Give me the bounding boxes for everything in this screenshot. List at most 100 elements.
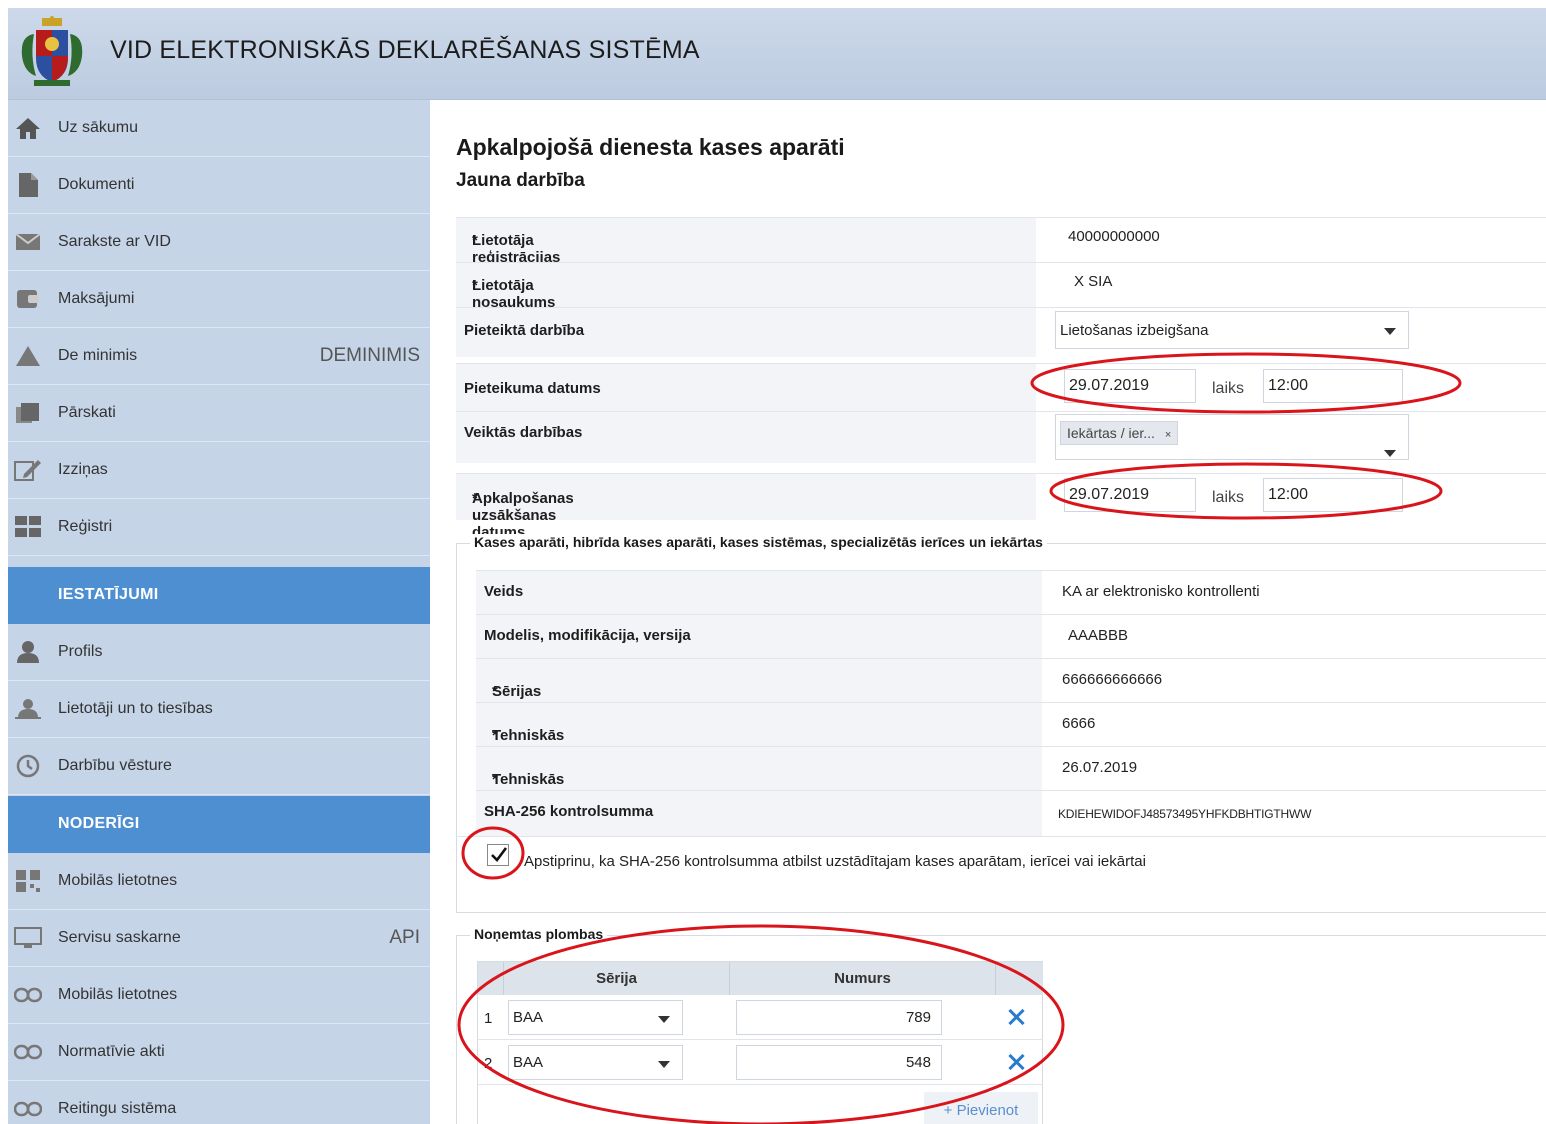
field-value: AAABBB [1068, 627, 1129, 644]
sidebar-item-label: Mobilās lietotnes [58, 986, 178, 1003]
required-mark: * [492, 771, 498, 788]
sidebar-item-users[interactable]: Lietotāji un to tiesības [8, 681, 430, 738]
required-mark: * [472, 277, 478, 294]
app-window: VID ELEKTRONISKĀS DEKLARĒŠANAS SISTĒMA U… [8, 8, 1546, 1124]
link-icon [13, 981, 43, 1009]
series-select[interactable]: BAA [508, 1000, 683, 1035]
required-mark: * [472, 490, 478, 507]
sidebar-item-label: Maksājumi [58, 290, 135, 307]
field-value: 26.07.2019 [1062, 759, 1138, 776]
field-value: 666666666666 [1062, 671, 1163, 688]
envelope-icon [13, 228, 43, 256]
sidebar-section-settings: IESTATĪJUMI [8, 567, 430, 624]
field-label: Pieteiktā darbība [464, 322, 585, 339]
link-icon [13, 1095, 43, 1123]
chevron-down-icon [658, 1015, 670, 1023]
user-icon [13, 638, 43, 666]
field-row-reg-number: Lietotāja reģistrācijas numurs* 40000000… [456, 217, 1546, 283]
history-icon [13, 752, 43, 780]
sidebar-item-label: Pārskati [58, 404, 116, 421]
sidebar-item-label: Izziņas [58, 461, 108, 478]
sidebar-item-label: Normatīvie akti [58, 1043, 165, 1060]
reports-icon [13, 399, 43, 427]
sidebar-item-statements[interactable]: Izziņas [8, 442, 430, 499]
sidebar-item-correspondence[interactable]: Sarakste ar VID [8, 214, 430, 271]
document-icon [13, 171, 43, 199]
row-index: 2 [484, 1055, 493, 1072]
sidebar-item-label: Reitingu sistēma [58, 1100, 177, 1117]
table-row: 1 BAA 789 [478, 995, 1043, 1040]
application-time-input[interactable]: 12:00 [1263, 369, 1403, 403]
sidebar-item-history[interactable]: Darbību vēsture [8, 738, 430, 795]
device-row: Tehniskās pases izsniegšanas datums* 26.… [476, 746, 1546, 839]
service-start-date-input[interactable]: 29.07.2019 [1064, 478, 1196, 512]
sidebar-item-documents[interactable]: Dokumenti [8, 157, 430, 214]
seal-number-input[interactable]: 789 [736, 1000, 942, 1035]
field-label: Veiktās darbības [464, 424, 583, 441]
sidebar-item-label: Lietotāji un to tiesības [58, 700, 213, 717]
field-row-performed-actions: Veiktās darbības Iekārtas / ier... × [456, 411, 1546, 463]
deminimis-badge: DEMINIMIS [319, 345, 420, 366]
payment-icon [13, 285, 43, 313]
series-select[interactable]: BAA [508, 1045, 683, 1080]
confirm-row: Apstiprinu, ka SHA-256 kontrolsumma atbi… [456, 836, 1546, 876]
sidebar-item-mobile-apps-link[interactable]: Mobilās lietotnes [8, 967, 430, 1024]
api-icon [13, 924, 43, 952]
grid-icon [13, 513, 43, 541]
field-row-application-date: Pieteikuma datums 29.07.2019 laiks 12:00 [456, 363, 1546, 411]
sidebar-item-service-interface[interactable]: Servisu saskarne API [8, 910, 430, 967]
field-row-name: Lietotāja nosaukums * X SIA [456, 262, 1546, 311]
delete-row-icon[interactable] [1005, 1051, 1027, 1073]
coat-of-arms-logo [21, 16, 83, 86]
seals-table: Sērija Numurs 1 BAA 789 2 BAA 548 + Piev… [477, 961, 1043, 1124]
row-index: 1 [484, 1010, 493, 1027]
chevron-down-icon [1384, 450, 1396, 457]
warning-icon [13, 342, 43, 370]
add-seal-button[interactable]: + Pievienot [924, 1092, 1038, 1124]
reg-number-value: 40000000000 [1068, 228, 1160, 245]
page-subtitle: Jauna darbība [456, 170, 585, 191]
sidebar-item-registers[interactable]: Reģistri [8, 499, 430, 556]
sidebar-item-mobile-apps[interactable]: Mobilās lietotnes [8, 853, 430, 910]
sidebar-item-de-minimis[interactable]: De minimis DEMINIMIS [8, 328, 430, 385]
time-label: laiks [1212, 380, 1245, 397]
devices-legend: Kases aparāti, hibrīda kases aparāti, ka… [470, 534, 1047, 550]
field-row-service-start: Apkalpošanas uzsākšanas datums * 29.07.20… [456, 473, 1546, 541]
field-label: Veids [484, 583, 524, 600]
required-mark: * [492, 727, 498, 744]
tag-remove-icon[interactable]: × [1165, 429, 1171, 441]
app-title: VID ELEKTRONISKĀS DEKLARĒŠANAS SISTĒMA [110, 36, 700, 64]
delete-row-icon[interactable] [1005, 1006, 1027, 1028]
field-label: SHA-256 kontrolsumma [484, 803, 654, 820]
section-title: IESTATĪJUMI [58, 586, 159, 603]
service-start-time-input[interactable]: 12:00 [1263, 478, 1403, 512]
time-label: laiks [1212, 489, 1245, 506]
field-label: Modelis, modifikācija, versija [484, 627, 691, 644]
confirm-checkbox[interactable] [487, 844, 509, 866]
sidebar-item-profile[interactable]: Profils [8, 624, 430, 681]
column-header-number: Numurs [730, 962, 996, 995]
action-select[interactable]: Lietošanas izbeigšana [1055, 311, 1409, 349]
sidebar-item-reports[interactable]: Pārskati [8, 385, 430, 442]
field-label: Lietotāja nosaukums [472, 277, 556, 311]
sidebar-item-label: Dokumenti [58, 176, 135, 193]
performed-actions-multiselect[interactable]: Iekārtas / ier... × [1055, 414, 1409, 460]
seal-number-input[interactable]: 548 [736, 1045, 942, 1080]
section-title: NODERĪGI [58, 815, 140, 832]
sidebar-item-home[interactable]: Uz sākumu [8, 100, 430, 157]
required-mark: * [472, 232, 478, 249]
sidebar-item-label: Mobilās lietotnes [58, 872, 178, 889]
name-value: X SIA [1074, 273, 1113, 290]
device-row: Modelis, modifikācija, versija AAABBB [476, 614, 1546, 658]
device-row: Veids KA ar elektronisko kontrollenti [476, 570, 1546, 614]
edit-icon [13, 456, 43, 484]
sidebar-item-legal-acts[interactable]: Normatīvie akti [8, 1024, 430, 1081]
application-date-input[interactable]: 29.07.2019 [1064, 369, 1196, 403]
sidebar-section-useful: NODERĪGI [8, 796, 430, 853]
sidebar-item-rating-system[interactable]: Reitingu sistēma [8, 1081, 430, 1124]
table-row: 2 BAA 548 [478, 1040, 1043, 1085]
api-badge: API [389, 927, 420, 948]
page-title: Apkalpojošā dienesta kases aparāti [456, 134, 845, 160]
sidebar-item-payments[interactable]: Maksājumi [8, 271, 430, 328]
qr-icon [13, 867, 43, 895]
